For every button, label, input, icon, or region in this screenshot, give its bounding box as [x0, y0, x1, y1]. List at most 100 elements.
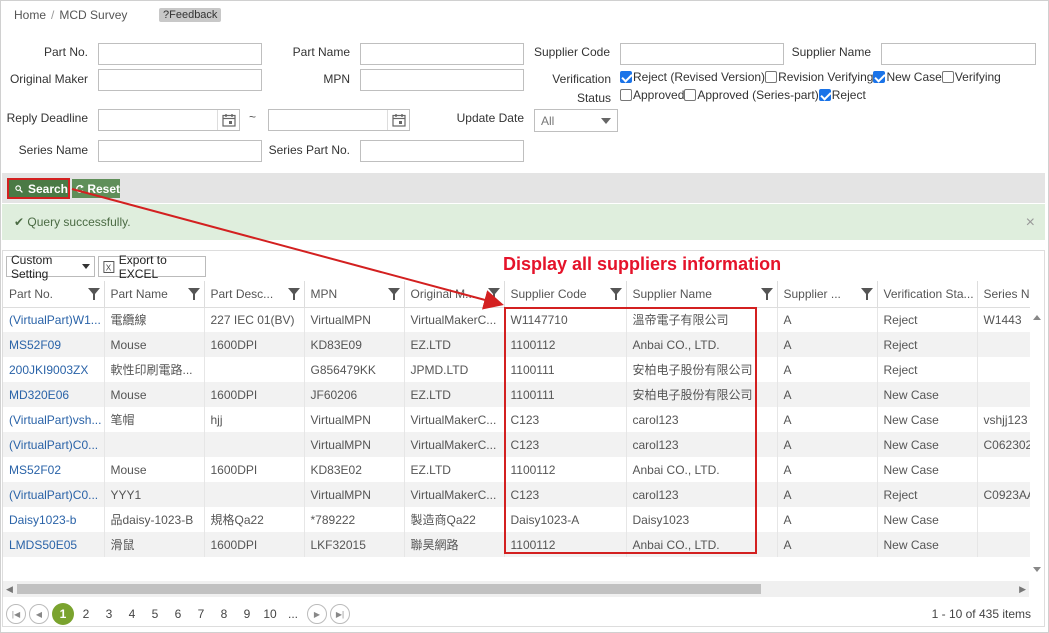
option-approved[interactable]: Approved [620, 88, 684, 102]
table-cell[interactable]: MS52F09 [3, 332, 105, 357]
option-reject[interactable]: Reject [818, 88, 866, 102]
table-cell [977, 357, 1030, 382]
reply-deadline-to-input[interactable] [268, 109, 410, 131]
checkbox-verifying[interactable] [941, 71, 954, 83]
filter-icon[interactable] [487, 288, 500, 300]
last-page-icon[interactable]: ▶| [330, 604, 350, 624]
series-part-no-label: Series Part No. [268, 143, 350, 157]
column-header[interactable]: Supplier Name [626, 281, 778, 308]
option-new-case[interactable]: New Case [873, 70, 942, 84]
filter-icon[interactable] [187, 288, 200, 300]
scrollbar-thumb[interactable] [17, 584, 761, 594]
scroll-left-icon[interactable]: ◀ [6, 584, 13, 595]
page-number[interactable]: 7 [190, 603, 212, 625]
prev-page-icon[interactable]: ◀ [29, 604, 49, 624]
supplier-code-input[interactable] [620, 43, 784, 65]
table-cell: 1600DPI [204, 332, 305, 357]
column-header[interactable]: Part Name [104, 281, 205, 308]
vertical-scrollbar[interactable] [1030, 307, 1044, 577]
page-number[interactable]: 10 [259, 603, 281, 625]
mpn-input[interactable] [360, 69, 524, 91]
part-no-input[interactable] [98, 43, 262, 65]
column-header[interactable]: Supplier Code [504, 281, 627, 308]
series-name-label: Series Name [18, 143, 88, 157]
filter-icon[interactable] [87, 288, 100, 300]
first-page-icon[interactable]: |◀ [6, 604, 26, 624]
filter-icon[interactable] [387, 288, 400, 300]
table-cell[interactable]: LMDS50E05 [3, 532, 105, 557]
table-cell: A [777, 482, 878, 507]
scroll-right-icon[interactable]: ▶ [1019, 584, 1026, 595]
option-reject-revised[interactable]: Reject (Revised Version) [620, 70, 765, 84]
reply-deadline-from-input[interactable] [98, 109, 240, 131]
horizontal-scrollbar[interactable]: ◀ ▶ [3, 581, 1029, 597]
table-cell: C0923AA [977, 482, 1030, 507]
update-date-select[interactable]: All [534, 109, 618, 132]
table-cell: New Case [877, 507, 978, 532]
table-cell: 製造商Qa22 [404, 507, 505, 532]
column-header[interactable]: Original M... [404, 281, 505, 308]
table-cell: EZ.LTD [404, 382, 505, 407]
chevron-down-icon [601, 118, 611, 124]
table-cell[interactable]: Daisy1023-b [3, 507, 105, 532]
table-cell: vshjj123 [983, 412, 1028, 427]
column-header[interactable]: Series N [977, 281, 1030, 308]
option-revision-verifying[interactable]: Revision Verifying [765, 70, 873, 84]
page-number[interactable]: 4 [121, 603, 143, 625]
column-header[interactable]: Verification Sta... [877, 281, 978, 308]
series-name-input[interactable] [98, 140, 262, 162]
original-maker-input[interactable] [98, 69, 262, 91]
column-header[interactable]: Part Desc... [204, 281, 305, 308]
table-cell[interactable]: (VirtualPart)vsh... [3, 407, 105, 432]
table-cell[interactable]: MS52F02 [3, 457, 105, 482]
option-verifying[interactable]: Verifying [941, 70, 1001, 84]
supplier-name-input[interactable] [881, 43, 1036, 65]
checkbox-new-case[interactable] [873, 71, 886, 83]
table-cell: 品daisy-1023-B [104, 507, 205, 532]
part-name-label: Part Name [292, 45, 350, 59]
filter-icon[interactable] [609, 288, 622, 300]
column-header[interactable]: MPN [304, 281, 405, 308]
table-cell: VirtualMPN [304, 407, 405, 432]
filter-icon[interactable] [287, 288, 300, 300]
page-number[interactable]: 6 [167, 603, 189, 625]
reset-button[interactable]: Reset [72, 179, 120, 198]
option-approved-series[interactable]: Approved (Series-part) [684, 88, 819, 102]
table-cell[interactable]: (VirtualPart)W1... [3, 307, 105, 332]
search-button[interactable]: Search [7, 178, 70, 199]
column-header[interactable]: Part No. [3, 281, 105, 308]
export-excel-button[interactable]: X Export to EXCEL [98, 253, 206, 281]
custom-setting-dropdown[interactable]: Custom Setting [6, 253, 95, 281]
part-name-input[interactable] [360, 43, 524, 65]
page-number[interactable]: 2 [75, 603, 97, 625]
table-cell[interactable]: (VirtualPart)C0... [3, 482, 105, 507]
feedback-button[interactable]: ?Feedback [159, 8, 222, 22]
page-number[interactable]: ... [282, 603, 304, 625]
table-cell[interactable]: (VirtualPart)C0... [3, 432, 105, 457]
filter-icon[interactable] [760, 288, 773, 300]
checkbox-revision-verifying[interactable] [765, 71, 778, 83]
table-cell: Reject [877, 357, 978, 382]
page-number[interactable]: 8 [213, 603, 235, 625]
page-number[interactable]: 1 [52, 603, 74, 625]
breadcrumb-home[interactable]: Home [14, 8, 46, 22]
calendar-icon[interactable] [217, 110, 239, 130]
checkbox-approved-series[interactable] [684, 89, 697, 101]
calendar-icon[interactable] [387, 110, 409, 130]
page-number[interactable]: 3 [98, 603, 120, 625]
series-part-no-input[interactable] [360, 140, 524, 162]
table-cell: JPMD.LTD [404, 357, 505, 382]
filter-icon[interactable] [860, 288, 873, 300]
table-cell[interactable]: MD320E06 [3, 382, 105, 407]
next-page-icon[interactable]: ▶ [307, 604, 327, 624]
table-cell: 聯昊網路 [404, 532, 505, 557]
page-number[interactable]: 9 [236, 603, 258, 625]
close-icon[interactable]: × [1026, 214, 1035, 232]
checkbox-approved[interactable] [620, 89, 632, 101]
table-cell[interactable]: 200JKI9003ZX [3, 357, 105, 382]
checkbox-reject-revised[interactable] [620, 71, 632, 83]
page-number[interactable]: 5 [144, 603, 166, 625]
mpn-label: MPN [323, 72, 350, 86]
checkbox-reject[interactable] [818, 89, 831, 101]
column-header[interactable]: Supplier ... [777, 281, 878, 308]
